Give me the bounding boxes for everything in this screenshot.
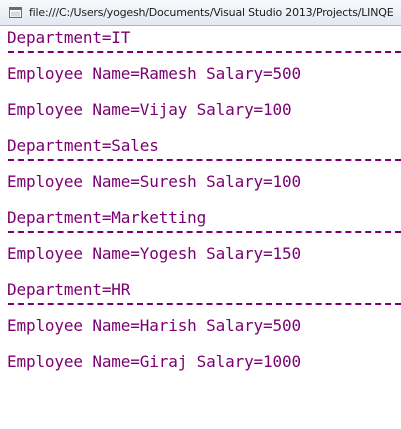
employee-line: Employee Name=Yogesh Salary=150 xyxy=(7,244,301,263)
employee-line: Employee Name=Harish Salary=500 xyxy=(7,316,301,335)
separator-line xyxy=(8,303,401,305)
console-window-icon xyxy=(9,7,22,18)
department-heading: Department=Sales xyxy=(7,136,159,155)
console-window: file:///C:/Users/yogesh/Documents/Visual… xyxy=(0,0,401,429)
department-heading: Department=Marketting xyxy=(7,208,207,227)
department-heading: Department=IT xyxy=(7,28,131,47)
title-bar[interactable]: file:///C:/Users/yogesh/Documents/Visual… xyxy=(0,0,401,26)
employee-line: Employee Name=Vijay Salary=100 xyxy=(7,100,292,119)
employee-line: Employee Name=Giraj Salary=1000 xyxy=(7,352,301,371)
window-title: file:///C:/Users/yogesh/Documents/Visual… xyxy=(29,6,394,19)
separator-line xyxy=(8,231,401,233)
separator-line xyxy=(8,159,401,161)
department-heading: Department=HR xyxy=(7,280,131,299)
console-output: Department=IT Employee Name=Ramesh Salar… xyxy=(7,27,401,429)
separator-line xyxy=(8,51,401,53)
employee-line: Employee Name=Suresh Salary=100 xyxy=(7,172,301,191)
employee-line: Employee Name=Ramesh Salary=500 xyxy=(7,64,301,83)
